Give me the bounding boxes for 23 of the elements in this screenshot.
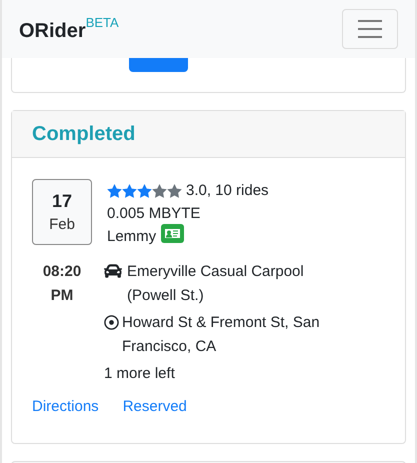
dropoff-location: Howard St & Fremont St, San Francisco, CA: [122, 313, 321, 357]
seats-left: 1 more left: [104, 364, 176, 384]
star-icon: [107, 184, 122, 198]
menu-icon: [358, 19, 382, 39]
ride-time: 08:20: [42, 262, 82, 282]
star-icon: [122, 184, 137, 198]
driver-name: Lemmy: [107, 227, 156, 247]
ride-link[interactable]: Directions: [32, 396, 99, 418]
rating-text: 3.0, 10 rides: [186, 181, 269, 201]
target-icon: [104, 315, 119, 330]
beta-label: BETA: [86, 14, 119, 32]
menu-button[interactable]: [342, 9, 398, 49]
star-icon: [152, 184, 167, 198]
star-icon: [137, 184, 152, 198]
price-text: 0.005 MBYTE: [107, 204, 202, 224]
ride-period: PM: [50, 286, 74, 306]
section-title: Completed: [32, 122, 136, 147]
car-icon: [104, 262, 122, 280]
star-icon: [167, 184, 182, 198]
date-badge: 17 Feb: [32, 179, 92, 245]
pickup-location: Emeryville Casual Carpool (Powell St.): [127, 262, 305, 306]
ride-link[interactable]: Reserved: [122, 396, 187, 418]
brand-name[interactable]: ORider: [19, 16, 86, 46]
